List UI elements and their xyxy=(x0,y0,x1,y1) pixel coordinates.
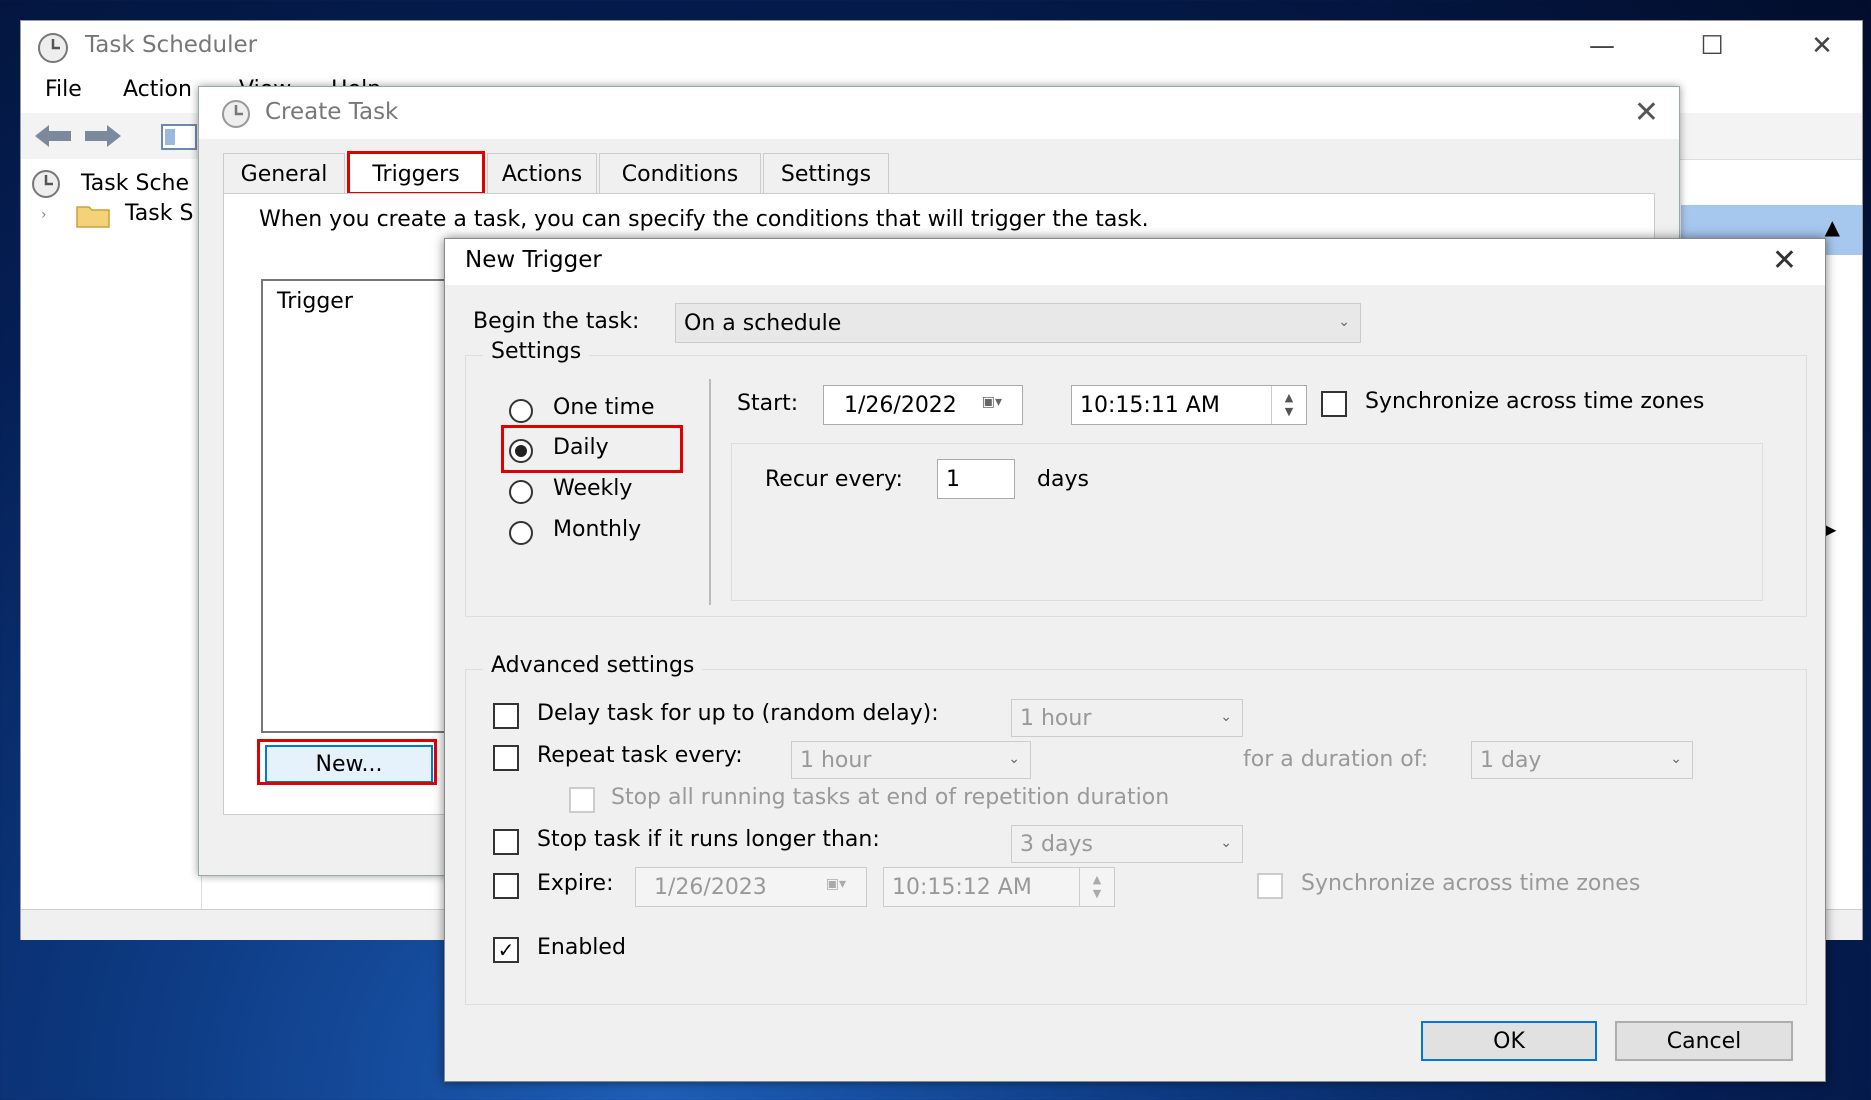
begin-task-value: On a schedule xyxy=(684,310,842,336)
stop-if-longer-checkbox[interactable] xyxy=(493,829,519,855)
trigger-list[interactable]: Trigger xyxy=(261,279,465,733)
stop-if-longer-value: 3 days xyxy=(1020,831,1093,857)
tab-general[interactable]: General xyxy=(223,153,345,194)
chevron-down-icon: ⌄ xyxy=(1220,835,1232,852)
ts-navigation-tree: Task Sche › Task S xyxy=(21,159,202,919)
clock-icon xyxy=(32,170,60,198)
radio-weekly[interactable] xyxy=(509,480,533,504)
begin-task-label: Begin the task: xyxy=(473,309,640,334)
stop-running-tasks-checkbox[interactable] xyxy=(569,787,595,813)
new-trigger-title: New Trigger xyxy=(465,247,602,273)
tree-item-task-library[interactable]: Task S xyxy=(125,201,193,226)
radio-monthly[interactable] xyxy=(509,521,533,545)
repeat-interval-value: 1 hour xyxy=(800,747,872,773)
delay-dropdown[interactable]: 1 hour ⌄ xyxy=(1011,699,1243,737)
ts-titlebar: Task Scheduler — ☐ ✕ xyxy=(21,21,1862,71)
collapse-up-icon[interactable]: ▲ xyxy=(1825,215,1840,239)
sync-time-zones-checkbox[interactable] xyxy=(1321,391,1347,417)
repeat-task-checkbox[interactable] xyxy=(493,745,519,771)
menu-file[interactable]: File xyxy=(45,77,82,102)
repeat-task-label[interactable]: Repeat task every: xyxy=(537,743,743,768)
one-time-label[interactable]: One time xyxy=(553,395,655,420)
begin-task-dropdown[interactable]: On a schedule ⌄ xyxy=(675,303,1361,343)
radio-one-time[interactable] xyxy=(509,399,533,423)
maximize-button[interactable]: ☐ xyxy=(1657,21,1767,71)
trigger-column-header[interactable]: Trigger xyxy=(277,289,353,314)
sync-time-zones-label[interactable]: Synchronize across time zones xyxy=(1365,389,1704,414)
start-time-picker[interactable]: 10:15:11 AM ▲ ▼ xyxy=(1071,385,1307,425)
settings-group-label: Settings xyxy=(483,339,590,364)
triggers-description: When you create a task, you can specify … xyxy=(259,207,1149,232)
start-date-value: 1/26/2022 xyxy=(844,392,957,418)
calendar-icon[interactable]: ▣▾ xyxy=(826,876,846,892)
start-date-picker[interactable]: 1/26/2022 ▣▾ xyxy=(823,385,1023,425)
recur-every-label: Recur every: xyxy=(765,467,903,492)
recur-every-value: 1 xyxy=(946,466,960,492)
weekly-label[interactable]: Weekly xyxy=(553,476,632,501)
repeat-interval-dropdown[interactable]: 1 hour ⌄ xyxy=(791,741,1031,779)
enabled-label[interactable]: Enabled xyxy=(537,935,626,960)
back-arrow-icon[interactable] xyxy=(33,123,73,149)
triggers-tab-highlight xyxy=(347,151,485,195)
menu-action[interactable]: Action xyxy=(123,77,192,102)
enabled-checkbox[interactable]: ✓ xyxy=(493,937,519,963)
clock-icon xyxy=(38,33,68,63)
folder-icon xyxy=(76,206,110,228)
expire-date-picker[interactable]: 1/26/2023 ▣▾ xyxy=(635,867,867,907)
stop-if-longer-dropdown[interactable]: 3 days ⌄ xyxy=(1011,825,1243,863)
chevron-down-icon: ⌄ xyxy=(1670,751,1682,768)
new-button-highlight xyxy=(257,739,437,785)
new-trigger-titlebar: New Trigger ✕ xyxy=(445,239,1825,285)
duration-dropdown[interactable]: 1 day ⌄ xyxy=(1471,741,1693,779)
cancel-button[interactable]: Cancel xyxy=(1615,1021,1793,1061)
ok-button[interactable]: OK xyxy=(1421,1021,1597,1061)
advanced-settings-label: Advanced settings xyxy=(483,653,703,678)
close-icon[interactable]: ✕ xyxy=(1772,243,1797,278)
create-task-titlebar: Create Task ✕ xyxy=(199,87,1679,139)
delay-task-checkbox[interactable] xyxy=(493,703,519,729)
stop-if-longer-label[interactable]: Stop task if it runs longer than: xyxy=(537,827,880,852)
forward-arrow-icon[interactable] xyxy=(83,123,123,149)
expire-time-picker[interactable]: 10:15:12 AM ▲ ▼ xyxy=(883,867,1115,907)
expire-date-value: 1/26/2023 xyxy=(654,874,767,900)
start-label: Start: xyxy=(737,391,799,416)
tab-conditions[interactable]: Conditions xyxy=(599,153,761,194)
settings-divider xyxy=(709,379,711,605)
stop-running-tasks-label[interactable]: Stop all running tasks at end of repetit… xyxy=(611,785,1169,810)
daily-highlight xyxy=(501,425,683,473)
monthly-label[interactable]: Monthly xyxy=(553,517,641,542)
duration-label: for a duration of: xyxy=(1243,747,1429,772)
recur-every-input[interactable]: 1 xyxy=(937,459,1015,499)
tree-item-task-scheduler[interactable]: Task Sche xyxy=(81,171,189,196)
close-button[interactable]: ✕ xyxy=(1767,21,1871,71)
close-icon[interactable]: ✕ xyxy=(1634,95,1659,130)
expire-time-value: 10:15:12 AM xyxy=(892,874,1032,900)
start-time-value: 10:15:11 AM xyxy=(1080,392,1220,418)
chevron-down-icon: ⌄ xyxy=(1338,314,1350,331)
tab-settings[interactable]: Settings xyxy=(763,153,889,194)
expire-checkbox[interactable] xyxy=(493,873,519,899)
delay-value: 1 hour xyxy=(1020,705,1092,731)
expire-sync-checkbox[interactable] xyxy=(1257,873,1283,899)
show-hide-tree-icon[interactable] xyxy=(161,123,197,151)
delay-task-label[interactable]: Delay task for up to (random delay): xyxy=(537,701,939,726)
duration-value: 1 day xyxy=(1480,747,1542,773)
minimize-button[interactable]: — xyxy=(1547,21,1657,71)
time-spinner[interactable]: ▲ ▼ xyxy=(1271,386,1306,424)
tab-actions[interactable]: Actions xyxy=(487,153,597,194)
chevron-right-icon[interactable]: › xyxy=(41,207,47,223)
time-spinner[interactable]: ▲ ▼ xyxy=(1079,868,1114,906)
chevron-down-icon: ⌄ xyxy=(1008,751,1020,768)
create-task-title: Create Task xyxy=(265,99,399,125)
ts-title: Task Scheduler xyxy=(85,32,258,58)
new-trigger-dialog: New Trigger ✕ Begin the task: On a sched… xyxy=(444,238,1826,1082)
expire-label[interactable]: Expire: xyxy=(537,871,614,896)
expire-sync-label[interactable]: Synchronize across time zones xyxy=(1301,871,1640,896)
recur-unit-label: days xyxy=(1037,467,1089,492)
chevron-down-icon: ⌄ xyxy=(1220,709,1232,726)
clock-icon xyxy=(222,100,250,128)
calendar-icon[interactable]: ▣▾ xyxy=(982,394,1002,410)
